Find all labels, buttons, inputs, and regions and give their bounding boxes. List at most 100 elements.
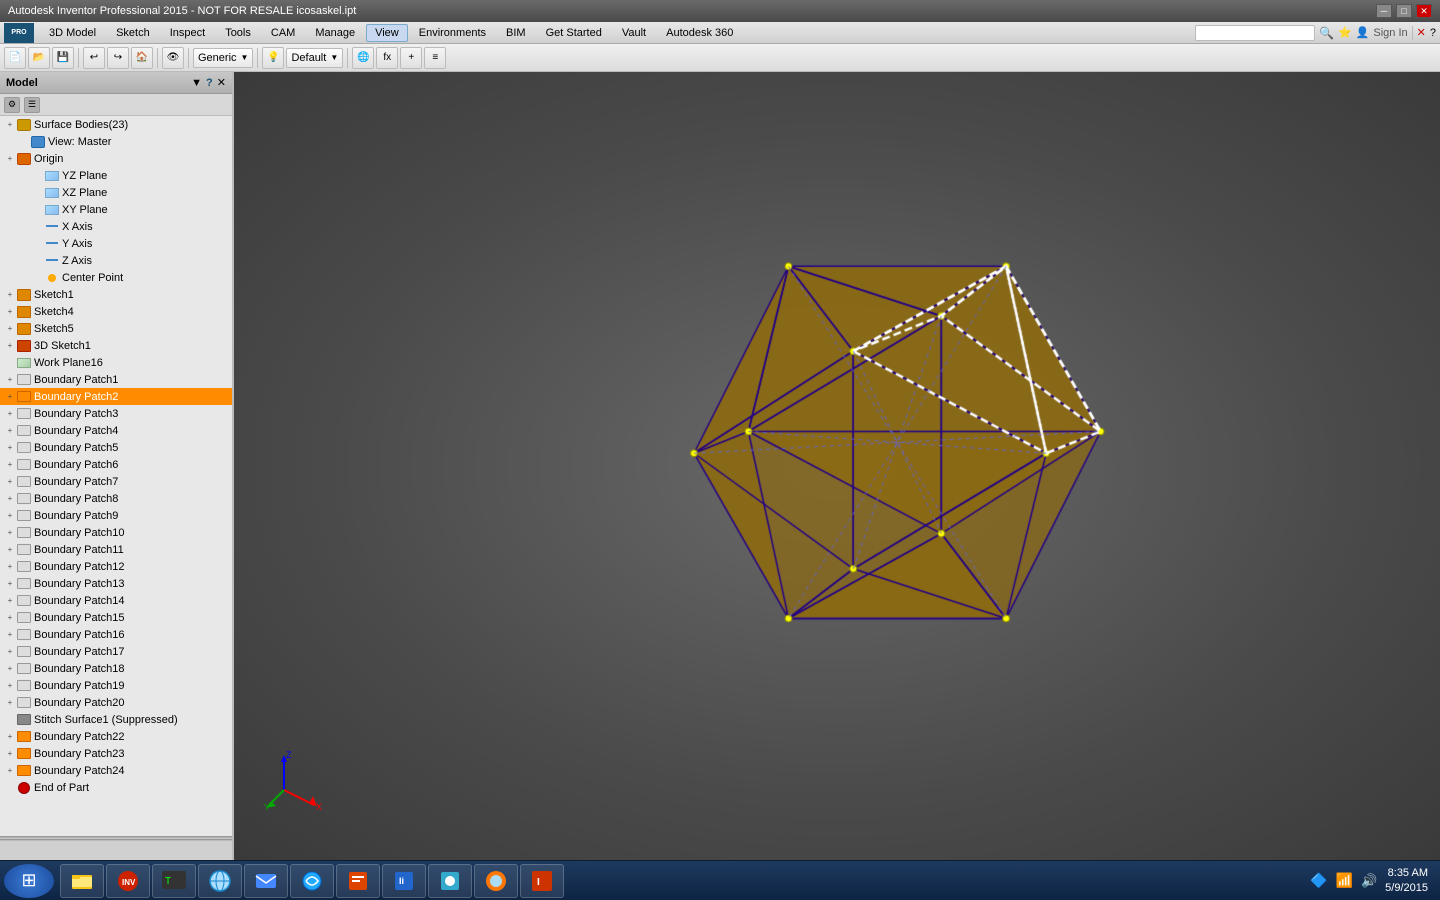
panel-close-icon[interactable]: ✕ (217, 76, 226, 89)
tree-item-boundary-patch16[interactable]: +Boundary Patch16 (0, 626, 232, 643)
taskbar-explorer[interactable] (60, 864, 104, 898)
network-tray-icon[interactable]: 📶 (1336, 872, 1353, 889)
menu-manage[interactable]: Manage (306, 24, 364, 42)
tree-expand-boundary-patch11[interactable]: + (4, 544, 16, 556)
tree-expand-surface-bodies[interactable]: + (4, 119, 16, 131)
tree-expand-boundary-patch18[interactable]: + (4, 663, 16, 675)
tree-item-sketch1[interactable]: +Sketch1 (0, 286, 232, 303)
tree-expand-boundary-patch8[interactable]: + (4, 493, 16, 505)
taskbar-tool3[interactable] (428, 864, 472, 898)
tree-item-origin[interactable]: +Origin (0, 150, 232, 167)
tree-item-boundary-patch1[interactable]: +Boundary Patch1 (0, 371, 232, 388)
taskbar-inventor-icon[interactable]: I (520, 864, 564, 898)
tree-expand-sketch1[interactable]: + (4, 289, 16, 301)
tree-expand-boundary-patch19[interactable]: + (4, 680, 16, 692)
close-button[interactable]: ✕ (1416, 4, 1432, 18)
tb-open-button[interactable]: 📂 (28, 47, 50, 69)
menu-sketch[interactable]: Sketch (107, 24, 159, 42)
tree-expand-boundary-patch24[interactable]: + (4, 765, 16, 777)
panel-help-icon[interactable]: ? (206, 77, 213, 89)
tree-item-y-axis[interactable]: Y Axis (0, 235, 232, 252)
3d-canvas[interactable] (234, 72, 1440, 860)
tb-redo-button[interactable]: ↪ (107, 47, 129, 69)
panel-dropdown-arrow[interactable]: ▼ (191, 77, 202, 89)
tree-item-boundary-patch4[interactable]: +Boundary Patch4 (0, 422, 232, 439)
tb-visual-dropdown[interactable]: Generic ▼ (193, 48, 253, 68)
menu-vault[interactable]: Vault (613, 24, 655, 42)
restore-button[interactable]: □ (1396, 4, 1412, 18)
minimize-button[interactable]: ─ (1376, 4, 1392, 18)
taskbar-inventor-pro[interactable]: INV (106, 864, 150, 898)
tree-item-end-of-part[interactable]: End of Part (0, 779, 232, 796)
app-help-icon[interactable]: ? (1430, 27, 1436, 39)
taskbar-tool2[interactable]: Ii (382, 864, 426, 898)
tb-orbit-button[interactable]: 🌐 (352, 47, 374, 69)
tree-item-view-master[interactable]: View: Master (0, 133, 232, 150)
tree-item-boundary-patch11[interactable]: +Boundary Patch11 (0, 541, 232, 558)
menu-tools[interactable]: Tools (216, 24, 260, 42)
tree-item-boundary-patch14[interactable]: +Boundary Patch14 (0, 592, 232, 609)
tree-expand-boundary-patch14[interactable]: + (4, 595, 16, 607)
menu-autodesk-360[interactable]: Autodesk 360 (657, 24, 742, 42)
tree-item-boundary-patch7[interactable]: +Boundary Patch7 (0, 473, 232, 490)
viewport[interactable]: Z X Y (234, 72, 1440, 860)
tb-view-button[interactable]: 👁 (162, 47, 184, 69)
tree-item-stitch-surface1[interactable]: Stitch Surface1 (Suppressed) (0, 711, 232, 728)
bluetooth-icon[interactable]: 🔷 (1310, 872, 1327, 889)
tree-expand-boundary-patch12[interactable]: + (4, 561, 16, 573)
menu-environments[interactable]: Environments (410, 24, 495, 42)
tb-light-button[interactable]: 💡 (262, 47, 284, 69)
tree-expand-boundary-patch6[interactable]: + (4, 459, 16, 471)
user-icon[interactable]: 👤 (1356, 26, 1370, 39)
tree-expand-boundary-patch3[interactable]: + (4, 408, 16, 420)
taskbar-browser1[interactable] (198, 864, 242, 898)
tree-expand-boundary-patch1[interactable]: + (4, 374, 16, 386)
tb-more-button[interactable]: ≡ (424, 47, 446, 69)
menu-3d-model[interactable]: 3D Model (40, 24, 105, 42)
tree-item-boundary-patch23[interactable]: +Boundary Patch23 (0, 745, 232, 762)
tree-item-boundary-patch3[interactable]: +Boundary Patch3 (0, 405, 232, 422)
tree-expand-boundary-patch10[interactable]: + (4, 527, 16, 539)
tree-expand-sketch5[interactable]: + (4, 323, 16, 335)
tree-expand-boundary-patch4[interactable]: + (4, 425, 16, 437)
tree-expand-boundary-patch5[interactable]: + (4, 442, 16, 454)
model-tree[interactable]: +Surface Bodies(23)View: Master+OriginYZ… (0, 116, 232, 836)
tree-item-boundary-patch6[interactable]: +Boundary Patch6 (0, 456, 232, 473)
tree-item-boundary-patch19[interactable]: +Boundary Patch19 (0, 677, 232, 694)
taskbar-terminal[interactable]: T (152, 864, 196, 898)
tree-item-surface-bodies[interactable]: +Surface Bodies(23) (0, 116, 232, 133)
tb-home-button[interactable]: 🏠 (131, 47, 153, 69)
tree-item-boundary-patch12[interactable]: +Boundary Patch12 (0, 558, 232, 575)
tb-undo-button[interactable]: ↩ (83, 47, 105, 69)
start-button[interactable]: ⊞ (4, 864, 54, 898)
tree-item-xz-plane[interactable]: XZ Plane (0, 184, 232, 201)
app-close-icon[interactable]: ✕ (1417, 26, 1426, 39)
tree-expand-boundary-patch2[interactable]: + (4, 391, 16, 403)
sound-icon[interactable]: 🔊 (1361, 873, 1377, 889)
tb-new-button[interactable]: 📄 (4, 47, 26, 69)
tree-item-boundary-patch20[interactable]: +Boundary Patch20 (0, 694, 232, 711)
tree-item-sketch5[interactable]: +Sketch5 (0, 320, 232, 337)
tree-item-xy-plane[interactable]: XY Plane (0, 201, 232, 218)
tree-item-boundary-patch22[interactable]: +Boundary Patch22 (0, 728, 232, 745)
taskbar-mail[interactable] (244, 864, 288, 898)
menu-inspect[interactable]: Inspect (161, 24, 214, 42)
help-icon[interactable]: ⭐ (1338, 26, 1352, 39)
search-box[interactable] (1195, 25, 1315, 41)
tb-save-button[interactable]: 💾 (52, 47, 74, 69)
filter-view-icon[interactable]: ☰ (24, 97, 40, 113)
menu-cam[interactable]: CAM (262, 24, 304, 42)
taskbar-network[interactable] (290, 864, 334, 898)
tree-item-sketch4[interactable]: +Sketch4 (0, 303, 232, 320)
taskbar-firefox[interactable] (474, 864, 518, 898)
taskbar-tool1[interactable] (336, 864, 380, 898)
tree-expand-boundary-patch20[interactable]: + (4, 697, 16, 709)
tree-expand-boundary-patch13[interactable]: + (4, 578, 16, 590)
search-icon[interactable]: 🔍 (1319, 26, 1334, 40)
tree-item-boundary-patch8[interactable]: +Boundary Patch8 (0, 490, 232, 507)
tree-item-sketch3d1[interactable]: +3D Sketch1 (0, 337, 232, 354)
tree-expand-boundary-patch23[interactable]: + (4, 748, 16, 760)
tree-item-boundary-patch24[interactable]: +Boundary Patch24 (0, 762, 232, 779)
tree-expand-boundary-patch9[interactable]: + (4, 510, 16, 522)
menu-bim[interactable]: BIM (497, 24, 535, 42)
